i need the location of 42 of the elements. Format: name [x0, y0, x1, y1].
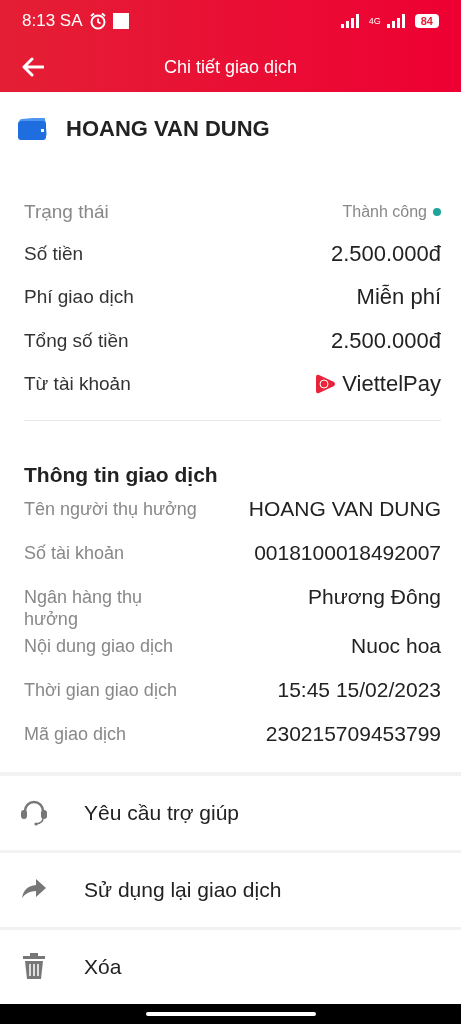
wallet-logo-icon	[314, 374, 337, 395]
field-value: Miễn phí	[356, 284, 441, 311]
field-label: Từ tài khoản	[24, 373, 131, 396]
field-value: ViettelPay	[342, 371, 441, 398]
trash-icon	[20, 953, 48, 981]
field-label: Trạng thái	[24, 201, 109, 223]
action-item[interactable]: Xóa	[0, 930, 461, 1004]
screen-title: Chi tiết giao dịch	[163, 56, 298, 78]
field-value: HOANG VAN DUNG	[248, 498, 441, 520]
alarm-icon	[88, 12, 107, 30]
back-arrow-icon	[22, 57, 44, 77]
action-label: Yêu cầu trợ giúp	[84, 801, 240, 825]
clock-time: 8:13 SA	[22, 11, 83, 31]
field-value: 2.500.000đ	[330, 327, 441, 354]
back-button[interactable]	[22, 57, 44, 77]
field-value: Nuoc hoa	[351, 635, 441, 657]
action-item[interactable]: Yêu cầu trợ giúp	[0, 776, 461, 850]
notification-icon	[112, 13, 129, 29]
field-label: Tên người thụ hưởng	[24, 498, 197, 520]
field-label: Nội dung giao dịch	[24, 635, 174, 657]
status-text: Thành công	[342, 203, 427, 221]
field-label: Thời gian giao dịch	[24, 679, 177, 701]
field-value: Phương Đông	[308, 586, 441, 608]
field-label: Mã giao dịch	[24, 723, 127, 745]
field-label: Phí giao dịch	[24, 286, 134, 309]
headset-icon	[20, 799, 48, 827]
field-value: 15:45 15/02/2023	[277, 679, 441, 701]
wallet-icon	[18, 118, 48, 140]
field-label: Số tiền	[24, 242, 84, 265]
battery-level: 84	[414, 14, 439, 28]
action-label: Xóa	[84, 955, 122, 979]
field-value: 2.500.000đ	[330, 240, 441, 267]
section-title: Thông tin giao dịch	[24, 463, 219, 487]
action-item[interactable]: Sử dụng lại giao dịch	[0, 853, 461, 927]
recipient-name: HOANG VAN DUNG	[66, 116, 270, 142]
network-label: 4G	[368, 16, 381, 26]
field-label: Ngân hàng thụ hưởng	[24, 586, 144, 630]
action-label: Sử dụng lại giao dịch	[84, 878, 282, 902]
field-value: 0018100018492007	[254, 542, 441, 564]
field-value: 230215709453799	[265, 723, 441, 745]
field-label: Số tài khoản	[24, 542, 125, 564]
field-label: Tổng số tiền	[24, 329, 129, 352]
